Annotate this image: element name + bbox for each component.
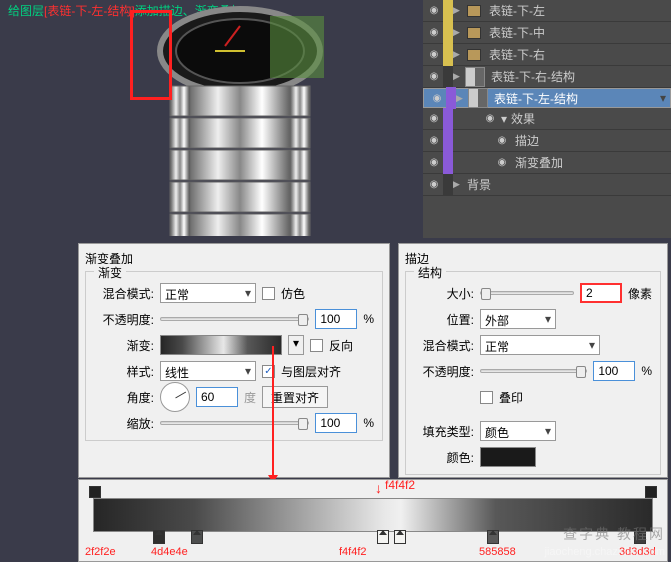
color-stop[interactable] [377,530,389,544]
layer-label: 背景 [467,176,491,193]
layer-thumb [465,67,485,87]
layer-label: 表链-下-右 [489,46,545,63]
stroke-panel: 描边 结构 大小:像素 位置:外部 混合模式:正常 不透明度:% 叠印 填充类型… [398,243,668,478]
watermark: 查字典 教程网 [563,524,665,544]
layer-row[interactable]: ◉▶表链-下-左 [423,0,671,22]
visibility-icon[interactable]: ◉ [425,46,443,64]
overprint-checkbox[interactable] [480,391,493,404]
stop-hex-label: 4d4e4e [151,546,188,558]
reverse-checkbox[interactable] [310,339,323,352]
highlight-box [130,10,172,100]
angle-label: 角度: [94,389,154,406]
layer-label: 渐变叠加 [515,154,563,171]
visibility-icon[interactable]: ◉ [428,89,446,107]
layer-label: 效果 [511,110,535,127]
color-stop[interactable] [153,530,165,544]
color-label: 颜色: [414,449,474,466]
stop-hex-label: f4f4f2 [339,546,367,558]
layer-thumb [468,88,488,108]
gradient-dropdown[interactable]: ▾ [288,335,304,355]
blend-label: 混合模式: [94,285,154,302]
dither-checkbox[interactable] [262,287,275,300]
visibility-icon[interactable]: ◉ [425,68,443,86]
visibility-icon[interactable]: ◉ [425,132,443,150]
stop-hex-label: 2f2f2e [85,546,116,558]
angle-dial[interactable] [160,382,190,412]
layer-label: 表链-下-左-结构 [494,90,578,107]
opacity-stop[interactable] [645,486,657,498]
folder-icon [467,49,481,61]
opacity-label: 不透明度: [94,311,154,328]
color-stop[interactable] [394,530,406,544]
layer-row[interactable]: ◉◉描边 [423,130,671,152]
folder-icon [467,27,481,39]
size-input[interactable] [580,283,622,303]
layer-row[interactable]: ◉◉▾效果 [423,108,671,130]
opacity-input[interactable] [315,309,357,329]
style-label: 样式: [94,363,154,380]
color-swatch[interactable] [480,447,536,467]
group-title: 结构 [414,264,446,281]
watermark-url: jiaocheng.chazidian.com [545,546,665,558]
gradient-preview[interactable] [160,335,282,355]
opacity-slider[interactable] [160,317,309,321]
opacity-stop[interactable] [89,486,101,498]
layer-row[interactable]: ◉▶表链-下-左-结构 [423,88,671,108]
blend-select[interactable]: 正常 [160,283,256,303]
position-label: 位置: [414,311,474,328]
layer-row[interactable]: ◉◉渐变叠加 [423,152,671,174]
scale-input[interactable] [315,413,357,433]
visibility-icon[interactable]: ◉ [425,176,443,194]
layer-label: 表链-下-左 [489,2,545,19]
callout-arrow: ↓f4f4f2 [375,480,382,496]
opacity-label: 不透明度: [414,363,474,380]
blend-label: 混合模式: [414,337,474,354]
stop-hex-label: 585858 [479,546,516,558]
visibility-icon[interactable]: ◉ [425,24,443,42]
layers-panel: ◉▶表链-下-左◉▶表链-下-中◉▶表链-下-右◉▶表链-下-右-结构◉▶表链-… [423,0,671,238]
scale-label: 缩放: [94,415,154,432]
color-stop[interactable] [487,530,499,544]
group-title: 渐变 [94,264,126,281]
angle-input[interactable] [196,387,238,407]
size-slider[interactable] [480,291,574,295]
layer-row[interactable]: ◉▶表链-下-右 [423,44,671,66]
layer-row[interactable]: ◉▶表链-下-右-结构 [423,66,671,88]
filltype-select[interactable]: 颜色 [480,421,556,441]
opacity-slider[interactable] [480,369,587,373]
layer-row[interactable]: ◉▶表链-下-中 [423,22,671,44]
gradient-label: 渐变: [94,337,154,354]
layer-label: 描边 [515,132,539,149]
position-select[interactable]: 外部 [480,309,556,329]
folder-icon [467,5,481,17]
layer-label: 表链-下-中 [489,24,545,41]
visibility-icon[interactable]: ◉ [425,154,443,172]
layer-row[interactable]: ◉▶背景 [423,174,671,196]
scale-slider[interactable] [160,421,309,425]
style-select[interactable]: 线性 [160,361,256,381]
panel-title: 渐变叠加 [85,250,383,267]
opacity-input[interactable] [593,361,635,381]
annotation-arrow [272,346,274,482]
gradient-overlay-panel: 渐变叠加 渐变 混合模式:正常仿色 不透明度:% 渐变:▾反向 样式:线性✓与图… [78,243,390,478]
size-label: 大小: [414,285,474,302]
visibility-icon[interactable]: ◉ [425,2,443,20]
layer-label: 表链-下-右-结构 [491,68,575,85]
visibility-icon[interactable]: ◉ [425,110,443,128]
filltype-label: 填充类型: [414,423,474,440]
blend-select[interactable]: 正常 [480,335,600,355]
color-stop[interactable] [191,530,203,544]
